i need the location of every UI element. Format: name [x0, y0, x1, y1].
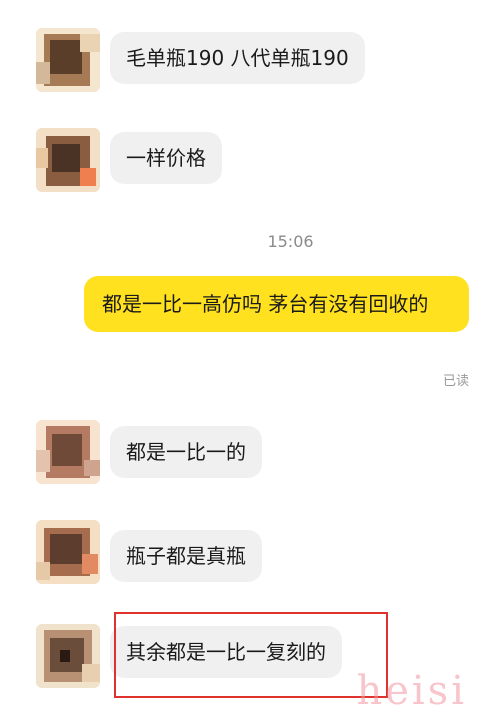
avatar[interactable] — [36, 28, 100, 92]
read-status: 已读 — [442, 374, 469, 389]
avatar-blurred-icon — [36, 128, 100, 192]
avatar-blurred-icon — [36, 520, 100, 584]
my-message-bubble[interactable]: 都是一比一高仿吗 茅台有没有回收的 — [84, 276, 469, 332]
avatar[interactable] — [36, 624, 100, 688]
avatar-blurred-icon — [36, 624, 100, 688]
message-bubble[interactable]: 一样价格 — [110, 132, 222, 184]
avatar[interactable] — [36, 420, 100, 484]
avatar-blurred-icon — [36, 28, 100, 92]
timestamp: 15:06 — [267, 232, 314, 251]
highlight-box — [114, 612, 388, 698]
avatar[interactable] — [36, 520, 100, 584]
avatar-blurred-icon — [36, 420, 100, 484]
message-bubble[interactable]: 毛单瓶190 八代单瓶190 — [110, 32, 365, 84]
message-bubble[interactable]: 都是一比一的 — [110, 426, 262, 478]
message-bubble[interactable]: 瓶子都是真瓶 — [110, 530, 262, 582]
avatar[interactable] — [36, 128, 100, 192]
watermark: heisi — [356, 668, 467, 714]
